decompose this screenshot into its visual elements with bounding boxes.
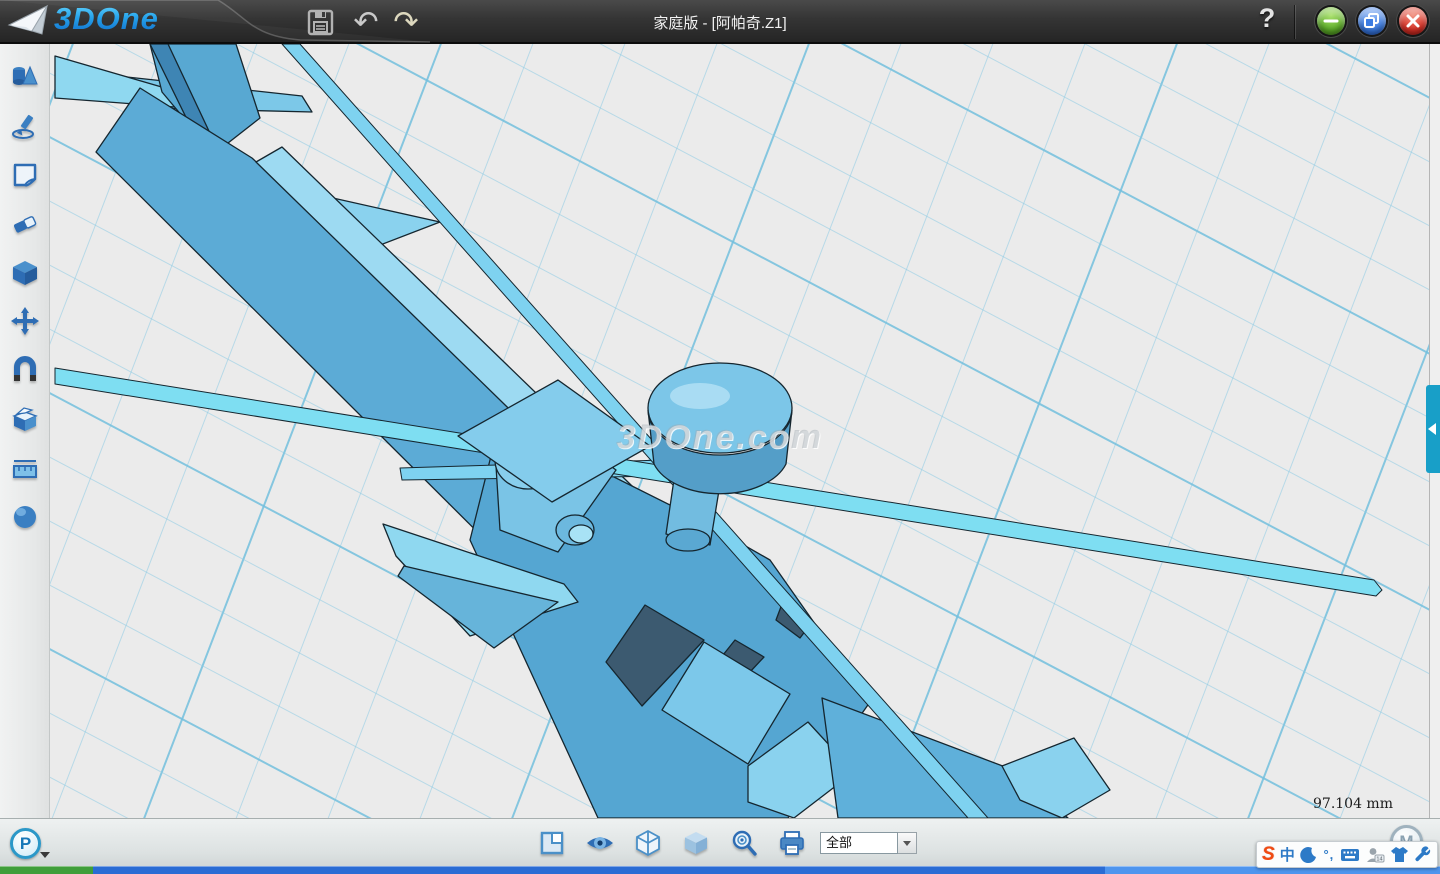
ime-mode-toggle[interactable]: 中 <box>1280 844 1295 866</box>
wireframe-view-icon <box>634 829 662 857</box>
model-canvas[interactable]: 3DOne.com 97.104 mm <box>50 44 1429 818</box>
display-filter-value: 全部 <box>826 835 852 850</box>
render-icon <box>10 502 40 532</box>
special-shape-icon <box>10 258 40 288</box>
sidebar-item-sketch[interactable] <box>7 108 43 144</box>
restore-button[interactable] <box>1358 7 1386 35</box>
display-filter-dropdown-button[interactable] <box>898 832 917 854</box>
sketch-plane-icon <box>10 160 40 190</box>
sidebar-item-primitive-solids[interactable] <box>7 59 43 95</box>
layout-plane-icon <box>539 830 565 856</box>
minimize-button[interactable] <box>1317 7 1345 35</box>
sidebar-item-magnet[interactable] <box>7 352 43 388</box>
shaded-view-icon <box>682 829 710 857</box>
shaded-view-button[interactable] <box>680 827 712 859</box>
moon-icon[interactable] <box>1300 844 1318 866</box>
user-count-icon[interactable]: 14 <box>1365 844 1385 866</box>
sogou-logo-icon[interactable]: S <box>1262 844 1275 866</box>
document-title: 家庭版 - [阿帕奇.Z1] <box>0 12 1440 33</box>
move-icon <box>10 306 40 336</box>
os-taskbar-edge <box>0 866 1440 874</box>
grid-plane <box>50 44 1429 818</box>
sidebar-item-measure[interactable] <box>7 450 43 486</box>
sidebar-item-sketch-plane[interactable] <box>7 157 43 193</box>
titlebar: 3DOne ↶ ↷ 家庭版 - [阿帕奇.Z1] ? <box>0 0 1440 44</box>
sidebar-item-special-shape[interactable] <box>7 255 43 291</box>
primitive-solids-icon <box>10 62 40 92</box>
3done-window: 3DOne ↶ ↷ 家庭版 - [阿帕奇.Z1] ? <box>0 0 1440 874</box>
sketch-icon <box>10 111 40 141</box>
profile-badge-button[interactable]: P <box>10 828 41 859</box>
magnet-icon <box>10 355 40 385</box>
measure-icon <box>10 453 40 483</box>
close-button[interactable] <box>1399 7 1427 35</box>
sidebar-item-move[interactable] <box>7 303 43 339</box>
ime-toolbar: S 中 °, 14 <box>1256 841 1438 868</box>
titlebar-divider <box>1294 5 1295 39</box>
print-button[interactable] <box>776 827 808 859</box>
taskbar-mid-segment <box>93 866 1105 874</box>
profile-caret-icon[interactable] <box>40 852 50 858</box>
layout-plane-button[interactable] <box>536 827 568 859</box>
sidebar-item-eraser[interactable] <box>7 206 43 242</box>
print-icon <box>778 829 806 857</box>
punctuation-icon[interactable]: °, <box>1323 844 1335 866</box>
visibility-icon <box>585 830 615 856</box>
tool-sidebar <box>0 44 50 818</box>
view-toolbar: P <box>0 818 1440 866</box>
wrench-settings-icon[interactable] <box>1414 844 1432 866</box>
minimize-icon <box>1317 7 1345 35</box>
sidebar-item-render[interactable] <box>7 499 43 535</box>
help-button[interactable]: ? <box>1252 3 1282 39</box>
eraser-icon <box>10 209 40 239</box>
question-mark-icon: ? <box>1259 3 1276 33</box>
close-icon <box>1399 7 1427 35</box>
zoom-view-button[interactable] <box>728 827 760 859</box>
chevron-left-icon <box>1428 423 1436 435</box>
taskbar-start-segment <box>0 866 93 874</box>
wireframe-view-button[interactable] <box>632 827 664 859</box>
keyboard-icon[interactable] <box>1340 844 1360 866</box>
restore-icon <box>1358 7 1386 35</box>
sidebar-item-combine[interactable] <box>7 401 43 437</box>
zoom-view-icon <box>730 829 758 857</box>
visibility-button[interactable] <box>584 827 616 859</box>
profile-badge-letter: P <box>20 834 31 854</box>
combine-icon <box>10 404 40 434</box>
panel-expand-tab[interactable] <box>1426 385 1440 473</box>
svg-text:14: 14 <box>1376 856 1382 862</box>
scale-readout: 97.104 mm <box>1313 796 1393 812</box>
skin-shirt-icon[interactable] <box>1390 844 1409 866</box>
display-filter-select[interactable]: 全部 <box>820 832 898 854</box>
chevron-down-icon <box>903 841 911 846</box>
